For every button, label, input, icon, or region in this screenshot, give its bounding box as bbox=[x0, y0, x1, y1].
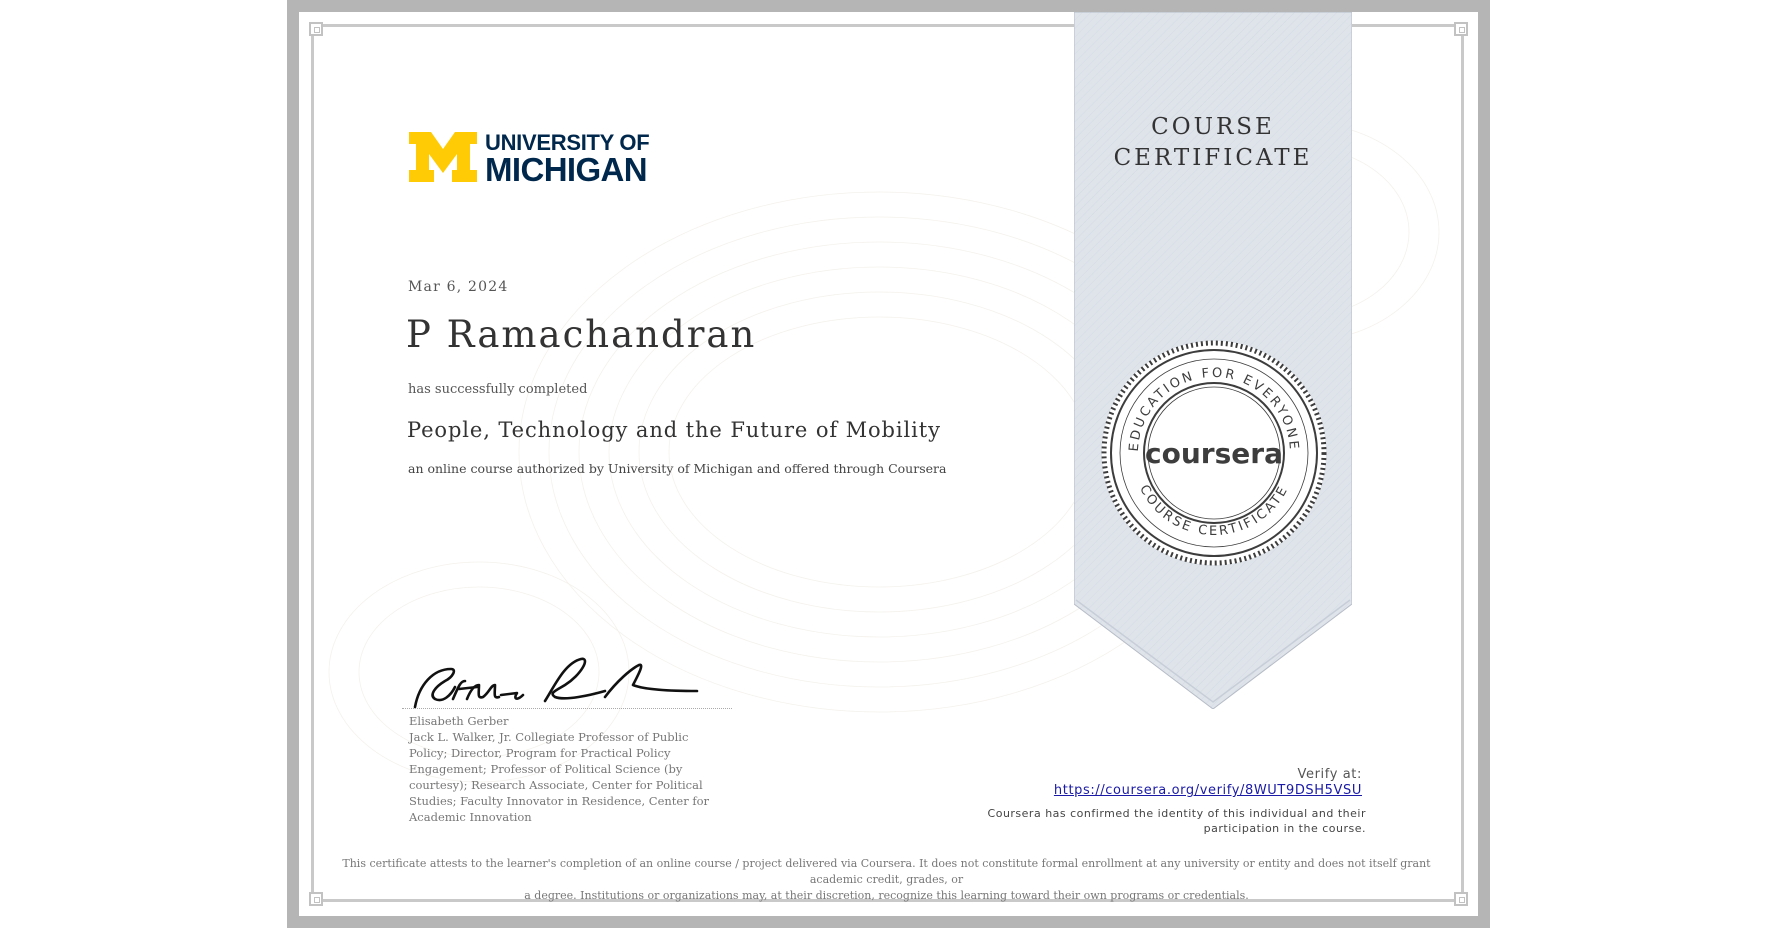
coursera-seal: EDUCATION FOR EVERYONE COURSE CERTIFICAT… bbox=[1101, 340, 1327, 566]
signer-name: Elisabeth Gerber bbox=[409, 714, 509, 728]
university-logo: UNIVERSITY OF MICHIGAN bbox=[409, 132, 661, 186]
verify-label: Verify at: bbox=[1297, 767, 1362, 782]
disclaimer: This certificate attests to the learner'… bbox=[329, 856, 1444, 904]
logo-line-2: MICHIGAN bbox=[485, 151, 648, 188]
authorization-statement: an online course authorized by Universit… bbox=[408, 461, 947, 476]
certificate: UNIVERSITY OF MICHIGAN Mar 6, 2024 P Ram… bbox=[287, 0, 1490, 928]
disclaimer-line-1: This certificate attests to the learner'… bbox=[342, 857, 1431, 886]
corner-ornament bbox=[1454, 22, 1468, 36]
verify-link[interactable]: https://coursera.org/verify/8WUT9DSH5VSU bbox=[1054, 783, 1362, 798]
recipient-name: P Ramachandran bbox=[406, 313, 757, 356]
block-m-icon bbox=[409, 132, 477, 182]
identity-statement: Coursera has confirmed the identity of t… bbox=[946, 806, 1366, 836]
course-title: People, Technology and the Future of Mob… bbox=[407, 418, 941, 442]
ribbon-title-line-2: CERTIFICATE bbox=[1113, 145, 1313, 171]
disclaimer-line-2: a degree. Institutions or organizations … bbox=[524, 889, 1249, 902]
ribbon-title: COURSE CERTIFICATE bbox=[1074, 112, 1352, 174]
signer-block: Elisabeth Gerber Jack L. Walker, Jr. Col… bbox=[409, 713, 729, 825]
corner-ornament bbox=[309, 892, 323, 906]
university-wordmark: UNIVERSITY OF MICHIGAN bbox=[485, 132, 650, 188]
signature-line bbox=[402, 708, 732, 709]
corner-ornament bbox=[1454, 892, 1468, 906]
completion-statement: has successfully completed bbox=[408, 382, 588, 397]
identity-line-2: participation in the course. bbox=[1203, 822, 1366, 835]
seal-wordmark: coursera bbox=[1145, 437, 1283, 470]
completion-date: Mar 6, 2024 bbox=[408, 279, 509, 295]
signature-image bbox=[413, 657, 699, 709]
identity-line-1: Coursera has confirmed the identity of t… bbox=[987, 807, 1366, 820]
ribbon-title-line-1: COURSE bbox=[1151, 114, 1275, 140]
signer-title: Jack L. Walker, Jr. Collegiate Professor… bbox=[409, 730, 710, 824]
